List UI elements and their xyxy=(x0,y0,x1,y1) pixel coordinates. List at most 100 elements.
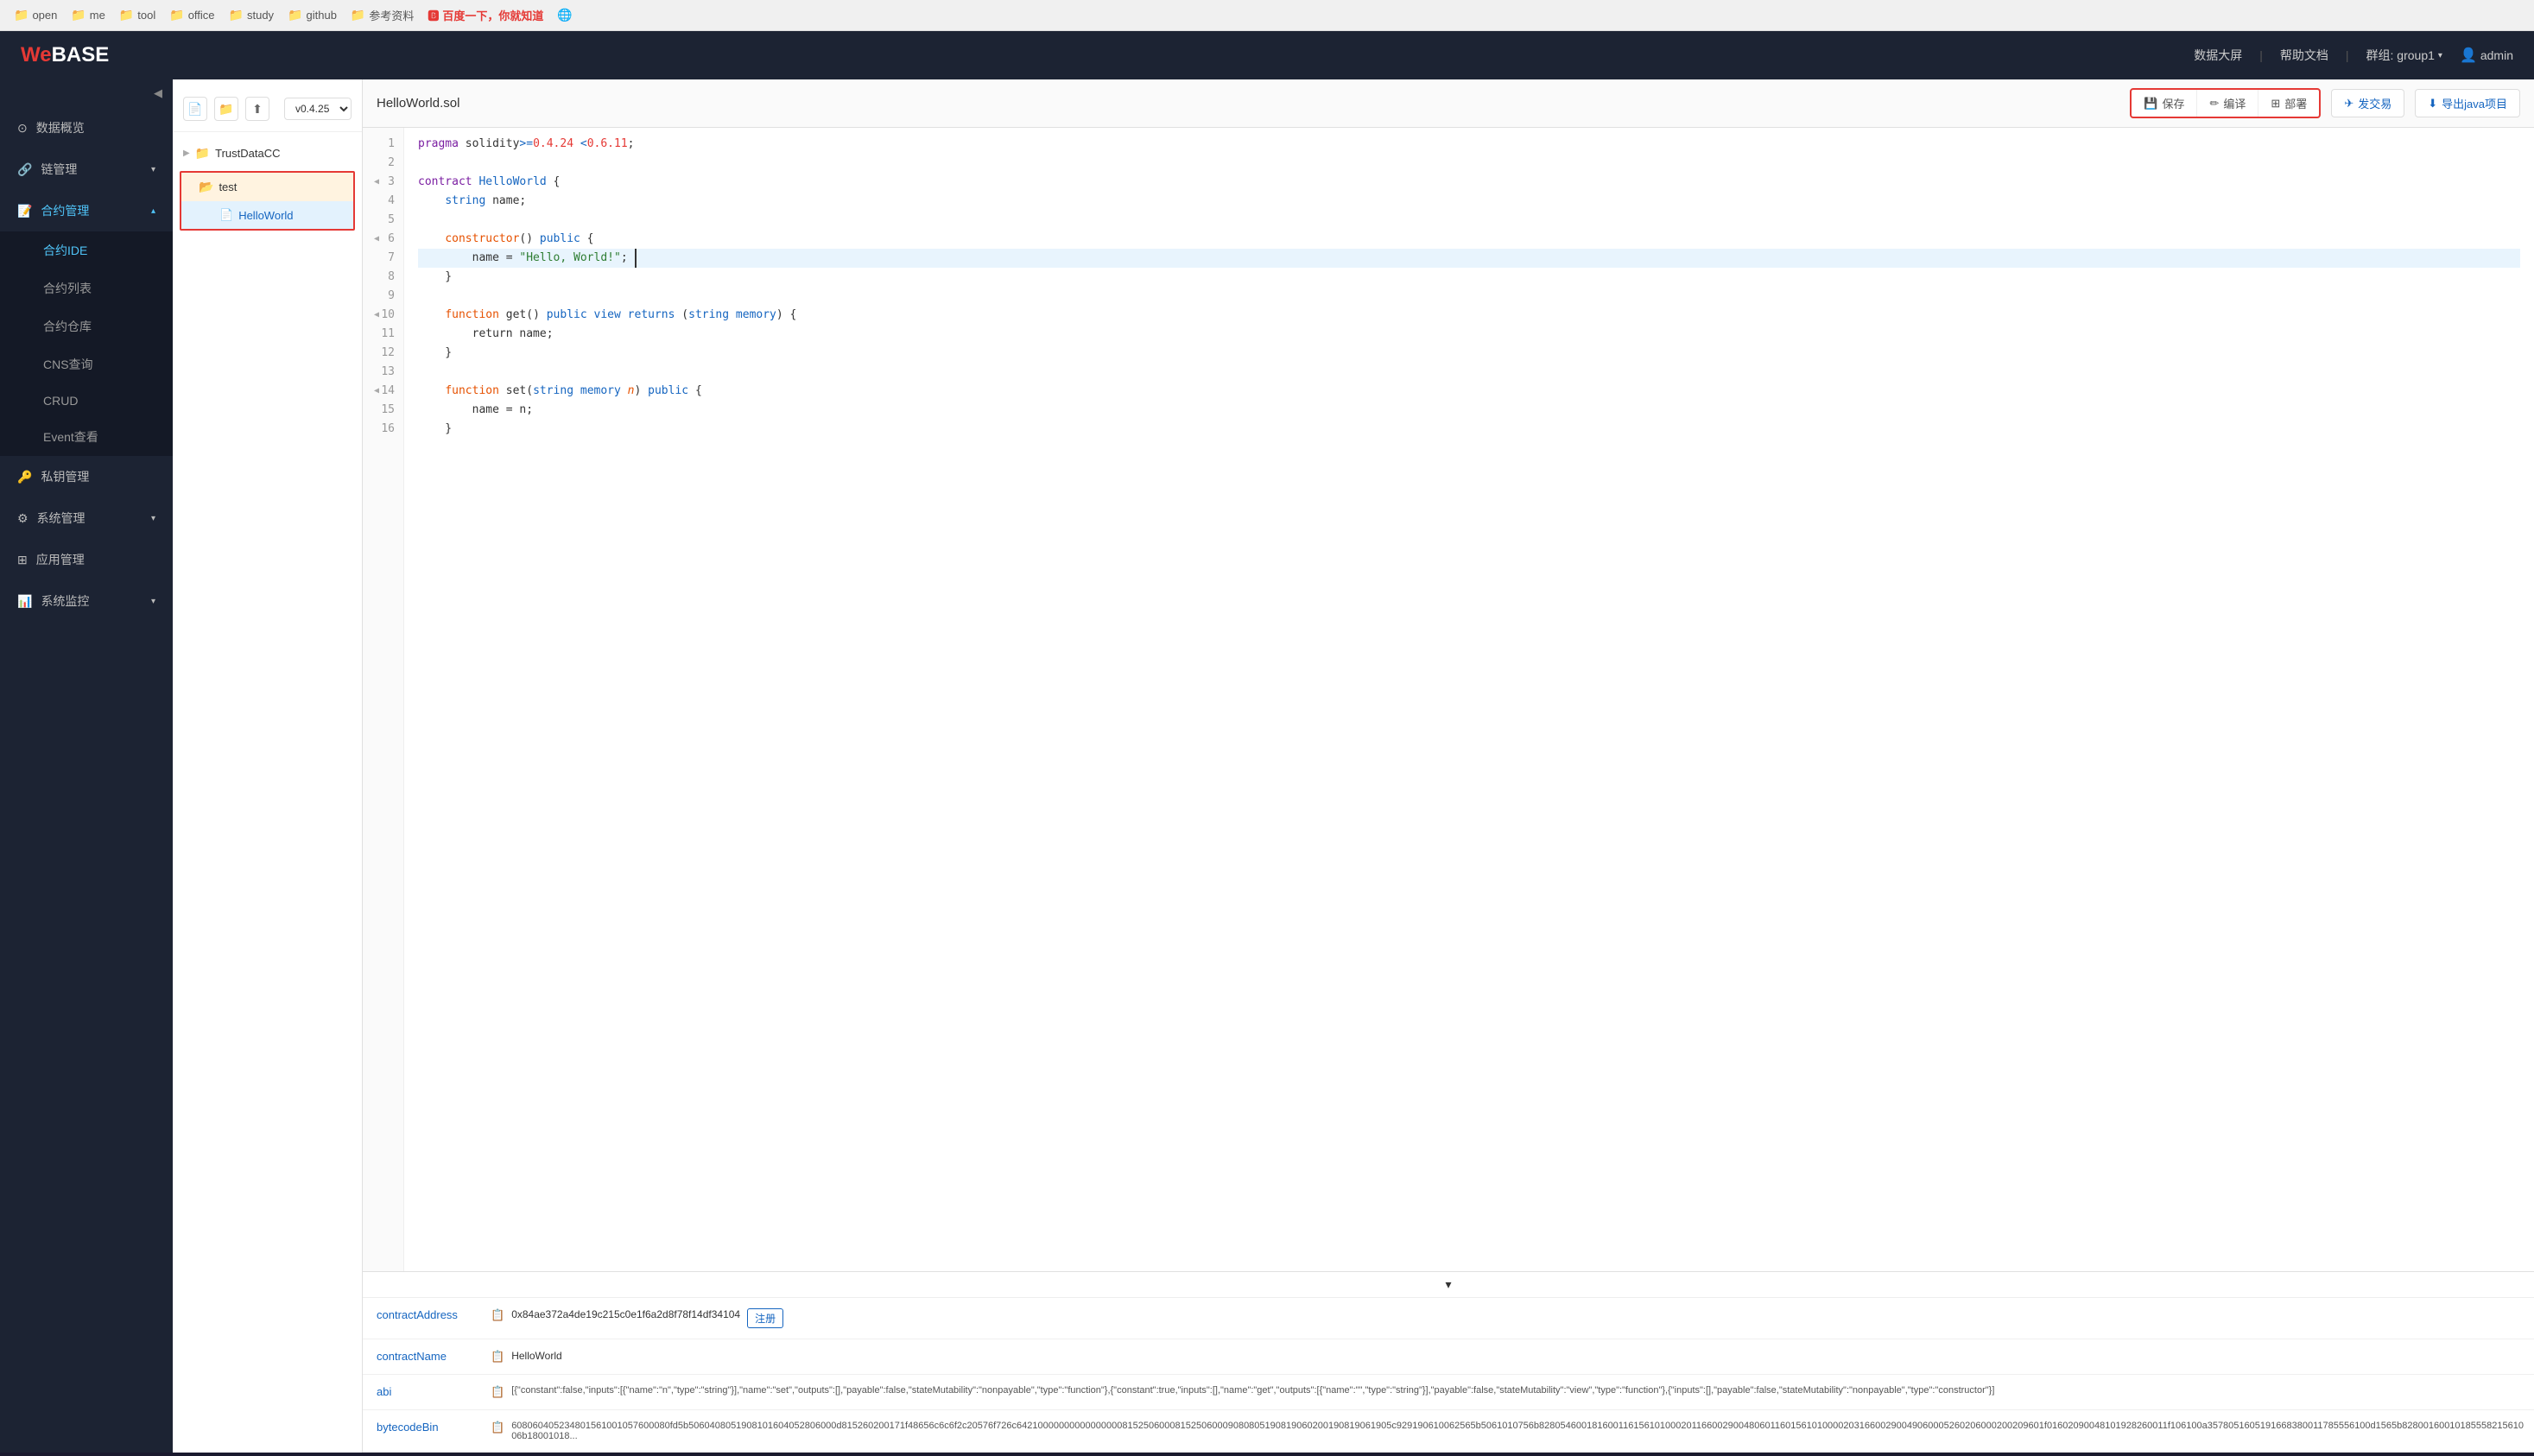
chevron-up-icon: ▴ xyxy=(151,206,155,216)
code-line-7: name = "Hello, World!"; xyxy=(418,249,2520,268)
ide-container: 📄 📁 ⬆ v0.4.25 ▶ 📁 TrustDataCC xyxy=(173,79,2534,1453)
line-num-2: 2 xyxy=(363,154,403,173)
editor-filename: HelloWorld.sol xyxy=(377,96,459,111)
code-line-9 xyxy=(418,287,2520,306)
bookmark-tool[interactable]: 📁 tool xyxy=(119,8,155,22)
contract-name-row: contractName 📋 HelloWorld xyxy=(363,1339,2534,1375)
folder-icon: 📁 xyxy=(119,8,134,22)
helloworld-file[interactable]: 📄 HelloWorld xyxy=(181,201,353,229)
upload-button[interactable]: ⬆ xyxy=(245,97,269,121)
chevron-down-icon: ▾ xyxy=(2438,51,2442,60)
help-docs-link[interactable]: 帮助文档 xyxy=(2280,47,2328,64)
bytecode-value: 📋 608060405234801561001057600080fd5b5060… xyxy=(484,1410,2534,1452)
bookmark-office[interactable]: 📁 office xyxy=(169,8,214,22)
sidebar-sub-item-cns-query[interactable]: CNS查询 xyxy=(0,345,173,383)
sidebar-collapse-button[interactable]: ◀ xyxy=(0,79,173,107)
send-tx-button[interactable]: ✈ 发交易 xyxy=(2331,89,2404,117)
bytecode-label: bytecodeBin xyxy=(363,1410,484,1444)
copy-icon2[interactable]: 📋 xyxy=(491,1350,504,1364)
copy-icon3[interactable]: 📋 xyxy=(491,1385,504,1399)
export-icon: ⬇ xyxy=(2428,97,2437,111)
abi-label: abi xyxy=(363,1375,484,1409)
bookmark-study[interactable]: 📁 study xyxy=(229,8,275,22)
code-line-8: } xyxy=(418,268,2520,287)
bookmark-open[interactable]: 📁 open xyxy=(14,8,57,22)
sidebar-sub-item-contract-list[interactable]: 合约列表 xyxy=(0,269,173,307)
line-num-15: 15 xyxy=(363,401,403,420)
file-explorer: 📄 📁 ⬆ v0.4.25 ▶ 📁 TrustDataCC xyxy=(173,79,363,1453)
file-icon: 📄 xyxy=(219,208,233,222)
sidebar-sub-item-contract-warehouse[interactable]: 合约仓库 xyxy=(0,307,173,345)
toggle-chevron-icon: ▾ xyxy=(1445,1277,1451,1292)
export-java-button[interactable]: ⬇ 导出java项目 xyxy=(2415,89,2520,117)
new-file-button[interactable]: 📄 xyxy=(183,97,207,121)
new-folder-icon: 📁 xyxy=(219,102,233,117)
folder-icon: 📁 xyxy=(71,8,86,22)
save-compile-deploy-group: 💾 保存 ✏ 编译 ⊞ 部署 xyxy=(2130,88,2321,118)
sidebar-item-data-overview[interactable]: ⊙ 数据概览 xyxy=(0,107,173,149)
compile-icon: ✏ xyxy=(2209,97,2219,111)
test-folder-group: 📂 test 📄 HelloWorld xyxy=(180,171,355,231)
app-icon: ⊞ xyxy=(17,553,28,567)
code-line-4: string name; xyxy=(418,192,2520,211)
code-line-14: function set(string memory n) public { xyxy=(418,382,2520,401)
file-tree: ▶ 📁 TrustDataCC 📂 test 📄 HelloWorld xyxy=(173,132,362,241)
chain-icon: 🔗 xyxy=(17,162,32,177)
bookmark-cankao[interactable]: 📁 参考资料 xyxy=(351,7,414,23)
line-num-4: 4 xyxy=(363,192,403,211)
line-num-6: 6 xyxy=(363,230,403,249)
line-num-13: 13 xyxy=(363,363,403,382)
nav-divider2: | xyxy=(2346,48,2349,62)
code-line-16: } xyxy=(418,420,2520,439)
save-button[interactable]: 💾 保存 xyxy=(2132,90,2197,117)
expand-arrow-icon: ▶ xyxy=(183,149,190,158)
sidebar-item-system-management[interactable]: ⚙ 系统管理 ▾ xyxy=(0,497,173,539)
sidebar-sub-item-crud[interactable]: CRUD xyxy=(0,383,173,418)
new-folder-button[interactable]: 📁 xyxy=(214,97,238,121)
line-num-8: 8 xyxy=(363,268,403,287)
line-num-12: 12 xyxy=(363,344,403,363)
sidebar-sub-item-contract-ide[interactable]: 合约IDE xyxy=(0,231,173,269)
code-line-11: return name; xyxy=(418,325,2520,344)
bookmark-baidu[interactable]: 🅱 百度一下，你就知道 xyxy=(428,7,543,23)
line-num-10: 10 xyxy=(363,306,403,325)
bookmark-github[interactable]: 📁 github xyxy=(288,8,337,22)
top-nav: WeBASE 数据大屏 | 帮助文档 | 群组: group1 ▾ 👤 admi… xyxy=(0,31,2534,79)
code-editor: HelloWorld.sol 💾 保存 ✏ 编译 ⊞ xyxy=(363,79,2534,1453)
send-icon: ✈ xyxy=(2344,97,2353,111)
save-icon: 💾 xyxy=(2144,97,2157,111)
new-file-icon: 📄 xyxy=(187,102,202,117)
code-line-6: constructor() public { xyxy=(418,230,2520,249)
sidebar-item-app-management[interactable]: ⊞ 应用管理 xyxy=(0,539,173,580)
sidebar-sub-item-event-view[interactable]: Event查看 xyxy=(0,418,173,456)
test-folder[interactable]: 📂 test xyxy=(181,173,353,201)
chevron-right-icon3: ▾ xyxy=(151,597,155,606)
version-select[interactable]: v0.4.25 xyxy=(284,98,352,120)
sidebar-item-system-monitor[interactable]: 📊 系统监控 ▾ xyxy=(0,580,173,622)
collapse-icon: ◀ xyxy=(154,86,162,100)
bottom-panel-toggle[interactable]: ▾ xyxy=(363,1272,2534,1298)
bookmark-globe[interactable]: 🌐 xyxy=(557,8,572,22)
sidebar-item-contract-management[interactable]: 📝 合约管理 ▴ xyxy=(0,190,173,231)
copy-icon[interactable]: 📋 xyxy=(491,1308,504,1322)
admin-info[interactable]: 👤 admin xyxy=(2460,47,2513,64)
compile-button[interactable]: ✏ 编译 xyxy=(2197,90,2258,117)
sidebar-item-key-management[interactable]: 🔑 私钥管理 xyxy=(0,456,173,497)
globe-icon: 🌐 xyxy=(557,8,572,22)
bookmark-me[interactable]: 📁 me xyxy=(71,8,105,22)
code-line-2 xyxy=(418,154,2520,173)
code-lines[interactable]: pragma solidity>=0.4.24 <0.6.11; contrac… xyxy=(404,128,2534,1271)
copy-icon4[interactable]: 📋 xyxy=(491,1421,504,1434)
root-folder[interactable]: ▶ 📁 TrustDataCC xyxy=(173,139,362,168)
contract-name-value: 📋 HelloWorld xyxy=(484,1339,2534,1374)
data-screen-link[interactable]: 数据大屏 xyxy=(2194,47,2242,64)
user-icon: 👤 xyxy=(2460,47,2477,64)
sidebar-item-chain-management[interactable]: 🔗 链管理 ▾ xyxy=(0,149,173,190)
key-icon: 🔑 xyxy=(17,470,32,484)
nav-divider: | xyxy=(2259,48,2263,62)
group-info[interactable]: 群组: group1 ▾ xyxy=(2366,47,2442,64)
code-line-15: name = n; xyxy=(418,401,2520,420)
folder-icon: 📁 xyxy=(288,8,302,22)
deploy-button[interactable]: ⊞ 部署 xyxy=(2258,90,2319,117)
register-button[interactable]: 注册 xyxy=(747,1308,783,1328)
